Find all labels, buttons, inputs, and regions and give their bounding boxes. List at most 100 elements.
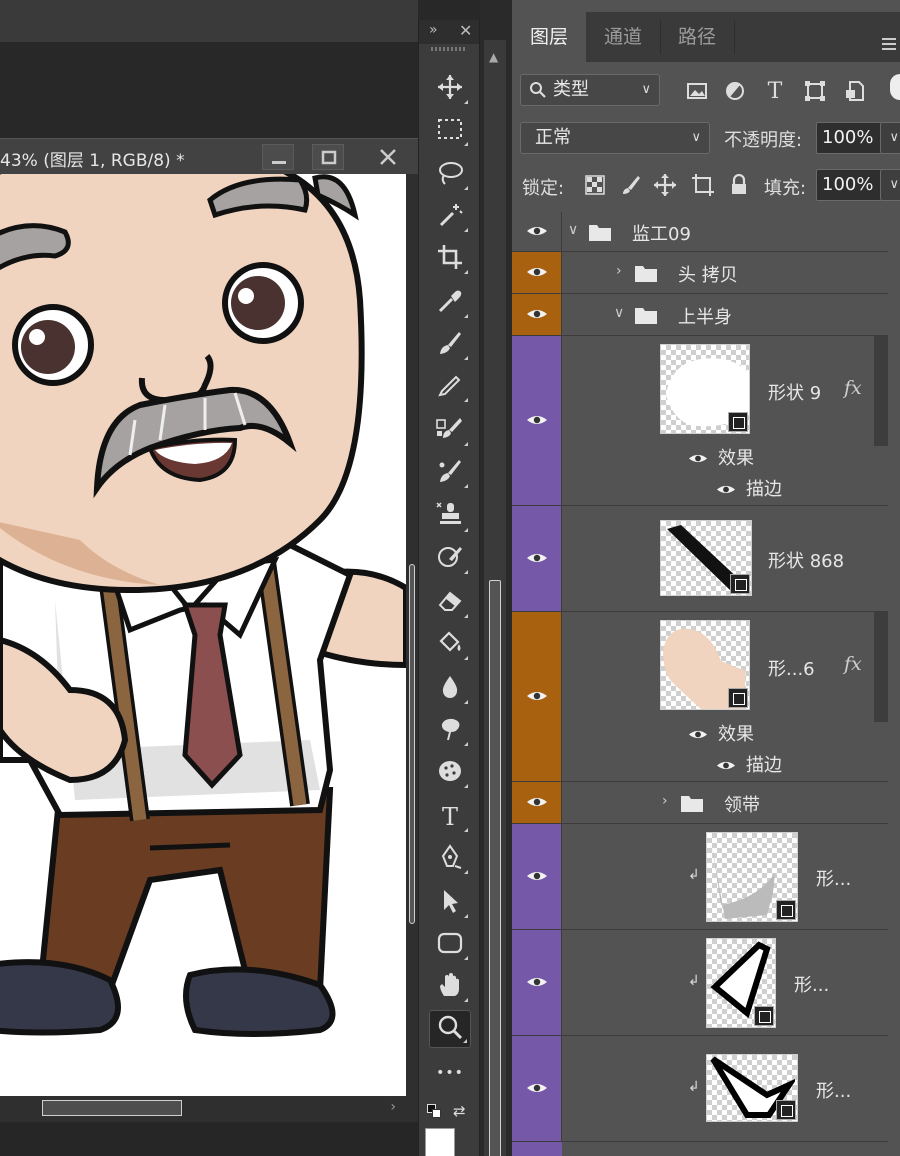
layer-group-监工09[interactable]: ∨ 监工09: [512, 212, 888, 252]
eyedropper-tool[interactable]: [429, 284, 471, 322]
smart-object-filter-icon[interactable]: [842, 78, 868, 104]
color-replace-tool[interactable]: [429, 412, 471, 450]
visibility-toggle[interactable]: [512, 1036, 562, 1141]
panel-menu-icon[interactable]: [882, 38, 896, 53]
visibility-toggle[interactable]: [512, 252, 562, 293]
collapse-panel-icon[interactable]: »: [429, 22, 438, 38]
type-filter-icon[interactable]: T: [762, 78, 788, 104]
canvas[interactable]: [0, 174, 406, 1096]
pen-tool[interactable]: [429, 840, 471, 878]
panel-grip[interactable]: [431, 47, 467, 51]
visibility-toggle[interactable]: [512, 824, 562, 929]
paint-bucket-tool[interactable]: [429, 626, 471, 664]
visibility-toggle[interactable]: [512, 336, 562, 505]
type-tool[interactable]: T: [429, 798, 471, 836]
shape-filter-icon[interactable]: [802, 78, 828, 104]
layer-shape-clipped-2[interactable]: ↲ 形...: [512, 930, 888, 1036]
effect-visibility-icon[interactable]: [688, 449, 708, 468]
opacity-input[interactable]: 100%: [816, 122, 882, 154]
image-filter-icon[interactable]: [684, 78, 710, 104]
default-colors-icon[interactable]: [427, 1104, 441, 1118]
document-tab[interactable]: 43% (图层 1, RGB/8) *: [0, 138, 418, 174]
opacity-dropdown[interactable]: ∨: [880, 122, 900, 154]
lock-artboard-icon[interactable]: [690, 172, 716, 198]
layer-group-上半身[interactable]: ∨ 上半身: [512, 294, 888, 336]
filter-toggle-icon[interactable]: [890, 74, 900, 100]
smudge-tool[interactable]: [429, 712, 471, 750]
maximize-button[interactable]: [312, 144, 344, 170]
lasso-tool[interactable]: [429, 156, 471, 194]
chevron-down-icon[interactable]: ∨: [568, 222, 578, 238]
layer-group-头拷贝[interactable]: › 头 拷贝: [512, 252, 888, 294]
visibility-toggle[interactable]: [512, 782, 562, 823]
sponge-tool[interactable]: [429, 754, 471, 792]
layer-shape-868[interactable]: 形状 868: [512, 506, 888, 612]
tab-channels[interactable]: 通道: [586, 12, 660, 62]
fill-dropdown[interactable]: ∨: [880, 169, 900, 201]
layer-shape-9[interactable]: 形状 9fx^效果描边: [512, 336, 888, 506]
visibility-toggle[interactable]: [512, 212, 562, 251]
scroll-up-icon[interactable]: ▲: [489, 50, 498, 64]
arrow-icon: [439, 888, 461, 918]
close-panel-icon[interactable]: ✕: [459, 21, 472, 40]
zoom-tool[interactable]: [429, 1010, 471, 1048]
lock-pixels-icon[interactable]: [618, 172, 644, 198]
effects-icon[interactable]: fx: [844, 377, 862, 399]
path-select-tool[interactable]: [429, 884, 471, 922]
tools-panel-header: » ✕: [419, 20, 479, 44]
healing-brush-tool[interactable]: [429, 326, 471, 364]
tab-layers[interactable]: 图层: [512, 12, 586, 62]
layer-shape-6[interactable]: 形...6fx^效果描边: [512, 612, 888, 782]
effect-visibility-icon[interactable]: [716, 756, 736, 775]
eye-icon: [526, 549, 548, 568]
layer-name: 领带: [724, 795, 760, 816]
eraser-tool[interactable]: [429, 584, 471, 622]
lock-transparent-icon[interactable]: [582, 172, 608, 198]
pencil-tool[interactable]: [429, 368, 471, 406]
move-tool[interactable]: [429, 70, 471, 108]
vector-mask-icon: [754, 1006, 774, 1026]
visibility-toggle[interactable]: [512, 294, 562, 335]
dock-scrollbar[interactable]: ▲: [484, 40, 506, 1156]
canvas-vertical-scrollbar[interactable]: [406, 174, 418, 1096]
visibility-toggle[interactable]: [512, 612, 562, 781]
shape-tool[interactable]: [429, 926, 471, 964]
layer-filter-dropdown[interactable]: 类型 ∨: [520, 74, 660, 106]
swap-colors-icon[interactable]: ⇄: [453, 1102, 466, 1120]
mixer-brush-tool[interactable]: [429, 454, 471, 492]
crop-tool[interactable]: [429, 240, 471, 278]
magic-wand-tool[interactable]: [429, 198, 471, 236]
layer-shape-clipped-1[interactable]: ↲ 形...: [512, 824, 888, 930]
fill-input[interactable]: 100%: [816, 169, 882, 201]
adjustment-filter-icon[interactable]: [722, 78, 748, 104]
more-tools[interactable]: •••: [429, 1054, 471, 1092]
layer-group-领带[interactable]: › 领带: [512, 782, 888, 824]
history-brush-tool[interactable]: [429, 540, 471, 578]
chevron-down-icon[interactable]: ∨: [614, 305, 624, 321]
blur-tool[interactable]: [429, 670, 471, 708]
layer-shape-clipped-3[interactable]: ↲ 形...: [512, 1036, 888, 1142]
effect-visibility-icon[interactable]: [716, 480, 736, 499]
hand-tool[interactable]: [429, 968, 471, 1006]
tab-paths[interactable]: 路径: [660, 12, 734, 62]
lock-position-icon[interactable]: [652, 172, 678, 198]
visibility-toggle[interactable]: [512, 506, 562, 611]
chevron-right-icon[interactable]: ›: [662, 793, 668, 809]
blend-mode-dropdown[interactable]: 正常 ∨: [520, 122, 710, 154]
foreground-color-swatch[interactable]: [425, 1128, 455, 1156]
minimize-button[interactable]: [262, 144, 294, 170]
visibility-toggle[interactable]: [512, 930, 562, 1035]
effects-icon[interactable]: fx: [844, 653, 862, 675]
marquee-tool[interactable]: [429, 112, 471, 150]
eye-icon: [526, 305, 548, 324]
scroll-thumb[interactable]: [42, 1100, 182, 1116]
lock-all-icon[interactable]: [726, 172, 752, 198]
type-icon: T: [441, 803, 458, 831]
layer-thumbnail: [706, 938, 776, 1028]
clone-stamp-tool[interactable]: [429, 498, 471, 536]
scroll-right-icon[interactable]: ›: [390, 1099, 396, 1115]
effect-visibility-icon[interactable]: [688, 725, 708, 744]
chevron-right-icon[interactable]: ›: [616, 263, 622, 279]
close-document-button[interactable]: [372, 144, 404, 170]
canvas-horizontal-scrollbar[interactable]: ›: [0, 1096, 418, 1122]
